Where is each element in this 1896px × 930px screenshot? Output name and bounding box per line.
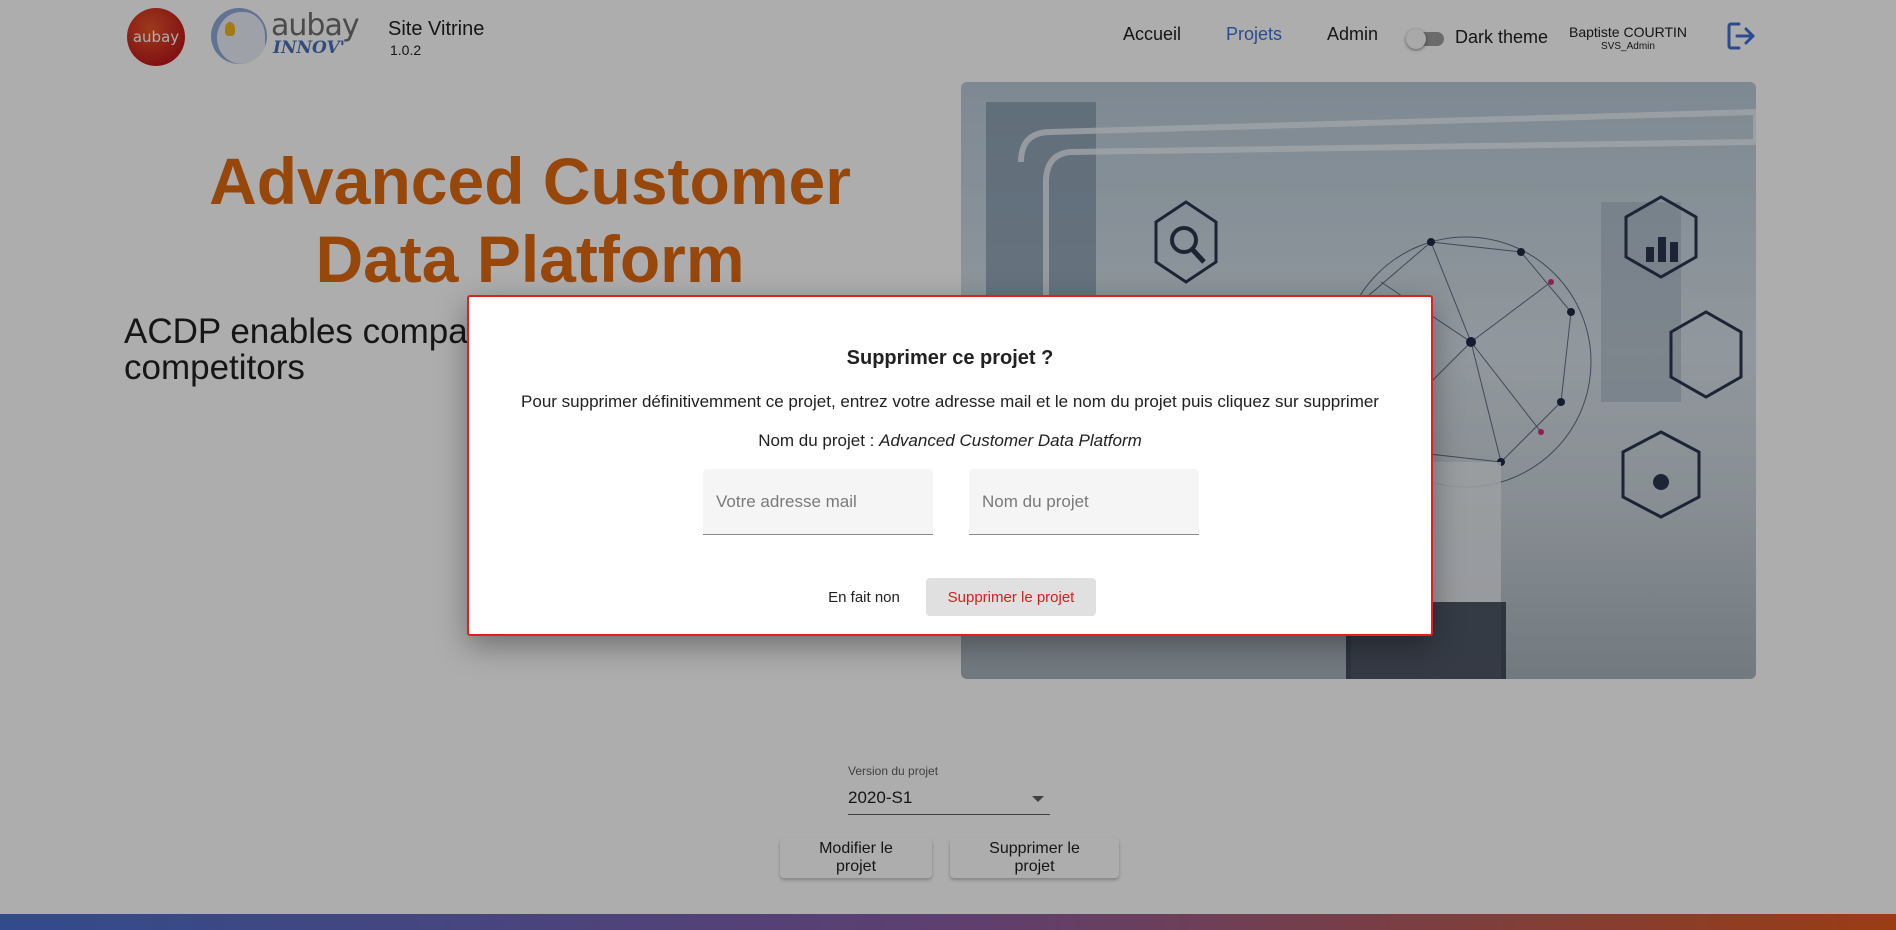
confirm-delete-button[interactable]: Supprimer le projet [926, 578, 1096, 616]
dialog-title: Supprimer ce projet ? [846, 347, 1054, 369]
cancel-button[interactable]: En fait non [814, 578, 914, 616]
dialog-project-name: Nom du projet : Advanced Customer Data P… [469, 431, 1431, 451]
delete-project-dialog: Supprimer ce projet ? Pour supprimer déf… [467, 295, 1433, 636]
dialog-project-name-prefix: Nom du projet : [758, 431, 880, 450]
project-name-field[interactable] [969, 469, 1199, 535]
email-field[interactable] [703, 469, 933, 535]
email-input[interactable] [703, 469, 933, 534]
dialog-project-name-value: Advanced Customer Data Platform [879, 431, 1142, 450]
dialog-instructions: Pour supprimer définitivemment ce projet… [521, 392, 1379, 411]
project-name-input[interactable] [969, 469, 1199, 534]
